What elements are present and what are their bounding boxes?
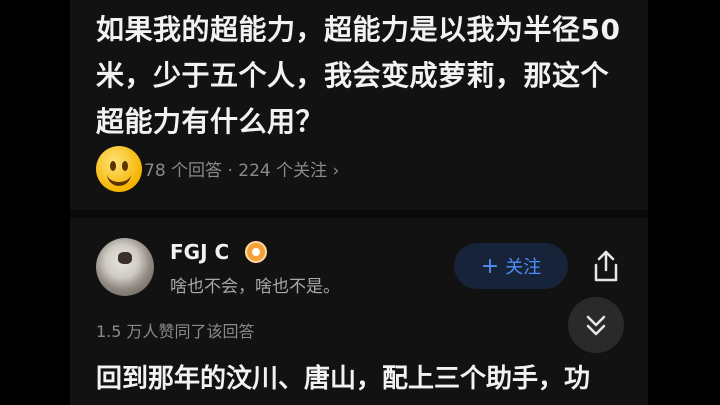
author-avatar[interactable] [96, 238, 154, 296]
smiley-emoji-icon [96, 146, 142, 192]
like-count: 1.5 万人赞同了该回答 [96, 322, 255, 341]
follow-label: 关注 [505, 257, 542, 278]
follow-button[interactable]: + 关注 [454, 243, 568, 289]
author-name[interactable]: FGJ C [170, 240, 229, 264]
share-icon[interactable] [590, 248, 622, 284]
app-screen: 如果我的超能力，超能力是以我为半径50米，少于五个人，我会变成萝莉，那这个超能力… [70, 0, 648, 405]
double-chevron-down-icon [586, 315, 606, 336]
question-meta[interactable]: 78 个回答 · 224 个关注 › [144, 156, 339, 181]
scroll-down-button[interactable] [568, 297, 624, 353]
question-title[interactable]: 如果我的超能力，超能力是以我为半径50米，少于五个人，我会变成萝莉，那这个超能力… [96, 7, 626, 145]
section-divider [70, 210, 648, 218]
author-bio: 啥也不会，啥也不是。 [170, 277, 340, 297]
plus-icon: + [480, 253, 500, 279]
answer-text[interactable]: 回到那年的汶川、唐山，配上三个助手，功 [96, 358, 590, 395]
verified-badge-icon [245, 241, 267, 263]
